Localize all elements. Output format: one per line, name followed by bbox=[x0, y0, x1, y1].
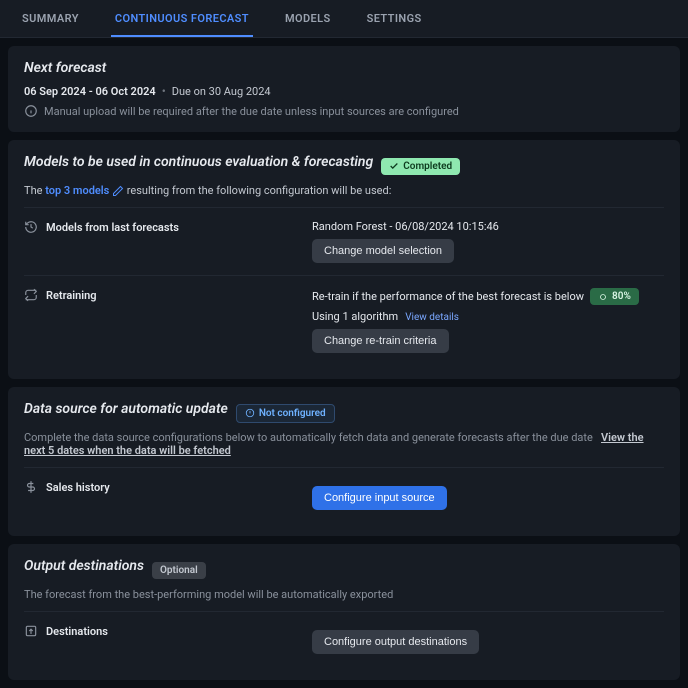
retrain-threshold-text: Re-train if the performance of the best … bbox=[312, 290, 584, 303]
models-last-forecast-row: Models from last forecasts Random Forest… bbox=[24, 207, 664, 275]
data-source-subtitle-text: Complete the data source configurations … bbox=[24, 431, 593, 444]
data-source-panel: Data source for automatic update Not con… bbox=[8, 387, 680, 536]
config-line: The top 3 models resulting from the foll… bbox=[24, 184, 664, 197]
models-last-forecast-value: Random Forest - 06/08/2024 10:15:46 bbox=[312, 220, 664, 233]
configure-input-source-button[interactable]: Configure input source bbox=[312, 486, 447, 510]
view-details-link[interactable]: View details bbox=[405, 312, 459, 323]
sales-history-label: Sales history bbox=[46, 481, 110, 494]
sales-icon bbox=[24, 480, 38, 494]
config-line-post: resulting from the following configurati… bbox=[127, 184, 392, 197]
tab-models[interactable]: MODELS bbox=[281, 0, 335, 37]
change-retrain-criteria-button[interactable]: Change re-train criteria bbox=[312, 329, 449, 353]
tab-continuous-forecast[interactable]: CONTINUOUS FORECAST bbox=[111, 0, 253, 37]
sales-history-row: Sales history Configure input source bbox=[24, 467, 664, 522]
retrain-algo-text: Using 1 algorithm bbox=[312, 310, 398, 323]
models-title: Models to be used in continuous evaluati… bbox=[24, 154, 373, 170]
forecast-info-text: Manual upload will be required after the… bbox=[44, 105, 459, 118]
retrain-threshold-value: 80% bbox=[612, 291, 631, 302]
config-line-pre: The bbox=[24, 184, 45, 197]
top-models-link[interactable]: top 3 models bbox=[45, 184, 109, 197]
pencil-icon[interactable] bbox=[112, 185, 124, 197]
not-configured-badge-label: Not configured bbox=[259, 408, 326, 419]
tab-summary[interactable]: SUMMARY bbox=[18, 0, 83, 37]
completed-badge-label: Completed bbox=[403, 161, 452, 172]
output-title: Output destinations bbox=[24, 558, 144, 574]
data-source-subtitle: Complete the data source configurations … bbox=[24, 431, 664, 457]
next-forecast-panel: Next forecast 06 Sep 2024 - 06 Oct 2024 … bbox=[8, 46, 680, 132]
tabs-bar: SUMMARY CONTINUOUS FORECAST MODELS SETTI… bbox=[0, 0, 688, 38]
info-icon bbox=[24, 104, 38, 118]
output-subtitle: The forecast from the best-performing mo… bbox=[24, 588, 664, 601]
retraining-label: Retraining bbox=[46, 289, 97, 302]
forecast-due-date: Due on 30 Aug 2024 bbox=[172, 85, 271, 98]
destinations-label: Destinations bbox=[46, 625, 108, 638]
next-forecast-title: Next forecast bbox=[24, 60, 106, 76]
destinations-row: Destinations Configure output destinatio… bbox=[24, 611, 664, 666]
models-last-forecast-label: Models from last forecasts bbox=[46, 221, 179, 234]
output-panel: Output destinations Optional The forecas… bbox=[8, 544, 680, 680]
not-configured-badge: Not configured bbox=[236, 404, 335, 423]
completed-badge: Completed bbox=[381, 158, 460, 175]
change-model-selection-button[interactable]: Change model selection bbox=[312, 239, 454, 263]
export-icon bbox=[24, 624, 38, 638]
retraining-row: Retraining Re-train if the performance o… bbox=[24, 275, 664, 365]
tab-settings[interactable]: SETTINGS bbox=[363, 0, 426, 37]
history-icon bbox=[24, 220, 38, 234]
data-source-title: Data source for automatic update bbox=[24, 401, 228, 417]
configure-output-destinations-button[interactable]: Configure output destinations bbox=[312, 630, 479, 654]
optional-badge: Optional bbox=[152, 562, 206, 579]
refresh-icon bbox=[24, 288, 38, 302]
forecast-date-range: 06 Sep 2024 - 06 Oct 2024 bbox=[24, 85, 156, 98]
retrain-threshold-badge: 80% bbox=[590, 288, 639, 305]
models-panel: Models to be used in continuous evaluati… bbox=[8, 140, 680, 379]
separator-dot: • bbox=[162, 84, 166, 98]
